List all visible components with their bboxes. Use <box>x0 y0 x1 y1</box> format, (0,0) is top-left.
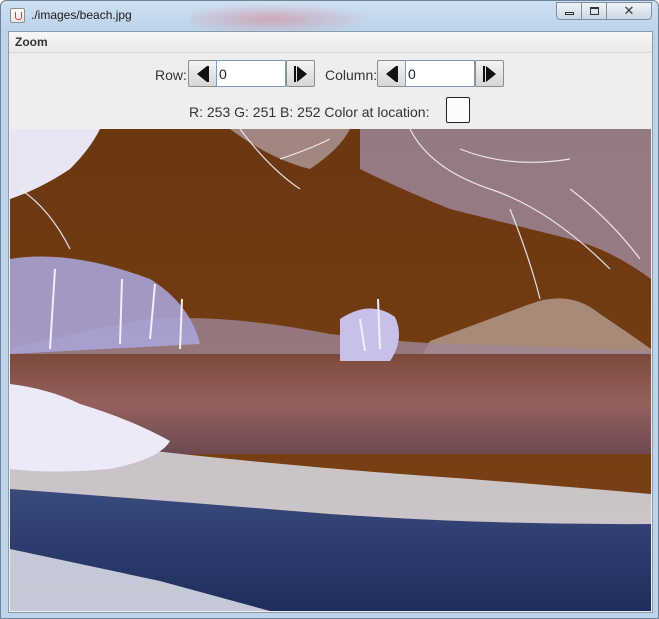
close-button[interactable]: ✕ <box>606 2 652 20</box>
java-cup-icon[interactable] <box>10 8 25 23</box>
column-prev-button[interactable] <box>377 60 406 87</box>
content-pane: Zoom Row: Column: R: 253 G: 251 B: 252 C… <box>8 31 653 613</box>
title-bar[interactable]: ./images/beach.jpg ✕ <box>1 1 658 31</box>
maximize-button[interactable] <box>581 2 607 20</box>
window-controls: ✕ <box>556 2 652 20</box>
image-display[interactable] <box>10 129 651 611</box>
navigation-panel: Row: Column: R: 253 G: 251 B: 252 Color … <box>9 53 652 129</box>
column-label: Column: <box>325 67 378 83</box>
pixel-info-text: R: 253 G: 251 B: 252 Color at location: <box>189 104 430 120</box>
maximize-icon <box>589 7 599 15</box>
color-swatch <box>446 97 470 123</box>
column-next-button[interactable] <box>475 60 504 87</box>
app-window: ./images/beach.jpg ✕ Zoom Row: Column: R… <box>0 0 659 619</box>
title-bar-glow <box>191 1 391 31</box>
beach-image <box>10 129 651 611</box>
menu-zoom[interactable]: Zoom <box>15 35 48 49</box>
column-input[interactable] <box>405 60 475 87</box>
window-title: ./images/beach.jpg <box>31 8 132 22</box>
row-prev-button[interactable] <box>188 60 217 87</box>
row-input[interactable] <box>216 60 286 87</box>
close-icon: ✕ <box>623 3 635 18</box>
minimize-button[interactable] <box>556 2 582 20</box>
minimize-icon <box>564 12 574 15</box>
row-label: Row: <box>155 67 187 83</box>
row-next-button[interactable] <box>286 60 315 87</box>
menu-bar: Zoom <box>9 32 652 53</box>
